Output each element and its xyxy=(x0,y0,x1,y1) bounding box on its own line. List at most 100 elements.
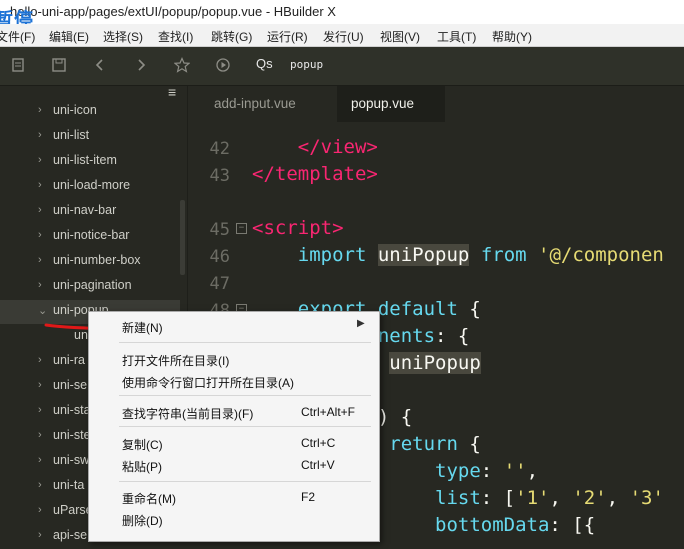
context-menu-item[interactable]: 新建(N) ▶ xyxy=(89,315,379,337)
chevron-right-icon[interactable]: › xyxy=(38,229,42,241)
context-menu-item[interactable]: 打开文件所在目录(I) xyxy=(89,348,379,370)
code-line[interactable]: 42 </view> xyxy=(188,136,684,163)
menu-publish[interactable]: 发行(U) xyxy=(323,28,364,45)
chevron-right-icon[interactable]: › xyxy=(38,129,42,141)
sidebar-scrollbar[interactable] xyxy=(180,200,185,275)
menu-item-label: 打开文件所在目录(I) xyxy=(122,354,230,368)
menu-item-shortcut: Ctrl+C xyxy=(301,436,336,450)
sidebar-item-label: uni-list xyxy=(53,128,90,142)
code-line[interactable]: 43 </template> xyxy=(188,163,684,190)
code-token: : xyxy=(480,460,504,482)
code-token: </template> xyxy=(252,163,378,185)
context-menu-item[interactable]: 复制(C) Ctrl+C xyxy=(89,432,379,454)
sidebar-item-label: uParse xyxy=(53,503,93,517)
code-text: <script> xyxy=(252,217,344,239)
chevron-right-icon[interactable]: › xyxy=(38,504,42,516)
sidebar-item[interactable]: › uni-load-more xyxy=(0,175,180,199)
chevron-right-icon[interactable]: › xyxy=(38,479,42,491)
hamburger-menu-icon[interactable]: ≡ xyxy=(168,84,176,100)
code-token: uniPopup xyxy=(389,352,481,374)
code-token: '' xyxy=(503,460,527,482)
sidebar-item[interactable]: › uni-pagination xyxy=(0,275,180,299)
code-line[interactable]: 46 import uniPopup from '@/componen xyxy=(188,244,684,271)
sidebar-item-label: uni-ta xyxy=(53,478,85,492)
sidebar-item-label: uni-nav-bar xyxy=(53,203,117,217)
back-icon[interactable] xyxy=(91,57,109,75)
menu-find[interactable]: 查找(I) xyxy=(158,28,193,45)
sidebar-item-label: uni-se xyxy=(53,378,88,392)
sidebar-item-label: uni-number-box xyxy=(53,253,141,267)
context-menu-item[interactable]: 查找字符串(当前目录)(F) Ctrl+Alt+F xyxy=(89,401,379,423)
tab-add-input[interactable]: add-input.vue xyxy=(200,86,310,122)
chevron-right-icon[interactable]: › xyxy=(38,254,42,266)
sidebar-item-label: uni-sw xyxy=(53,453,90,467)
tab-popup[interactable]: popup.vue xyxy=(337,86,445,122)
chevron-right-icon[interactable]: › xyxy=(38,279,42,291)
code-text: </template> xyxy=(252,163,378,185)
sidebar-item[interactable]: › uni-list xyxy=(0,125,180,149)
sidebar-item[interactable]: › uni-list-item xyxy=(0,150,180,174)
forward-icon[interactable] xyxy=(132,57,150,75)
menu-select[interactable]: 选择(S) xyxy=(103,28,143,45)
chevron-right-icon[interactable]: › xyxy=(38,204,42,216)
menu-edit[interactable]: 编辑(E) xyxy=(49,28,89,45)
code-token: uniPopup xyxy=(377,244,470,266)
menu-run[interactable]: 运行(R) xyxy=(267,28,308,45)
sidebar-item[interactable]: › uni-icon xyxy=(0,100,180,124)
menu-tools[interactable]: 工具(T) xyxy=(437,28,476,45)
code-token: : [ xyxy=(480,487,516,509)
code-line[interactable]: 47 xyxy=(188,271,684,298)
chevron-right-icon[interactable]: › xyxy=(38,179,42,191)
sidebar-item[interactable]: › uni-number-box xyxy=(0,250,180,274)
chevron-right-icon[interactable]: › xyxy=(38,454,42,466)
sidebar-item[interactable]: › uni-nav-bar xyxy=(0,200,180,224)
sidebar-item-label: uni-sta xyxy=(53,403,91,417)
context-menu-item[interactable]: 重命名(M) F2 xyxy=(89,486,379,508)
menu-view[interactable]: 视图(V) xyxy=(380,28,420,45)
search-box[interactable]: Qs xyxy=(256,55,684,77)
menu-separator xyxy=(119,395,371,396)
search-input[interactable] xyxy=(290,58,590,71)
chevron-right-icon[interactable]: › xyxy=(38,529,42,541)
sidebar-item[interactable]: › uni-notice-bar xyxy=(0,225,180,249)
menu-separator xyxy=(119,342,371,343)
new-file-icon[interactable] xyxy=(9,57,27,75)
code-token: '3' xyxy=(629,487,664,509)
code-token: return xyxy=(389,433,458,455)
chevron-right-icon[interactable]: › xyxy=(38,104,42,116)
star-icon[interactable] xyxy=(173,57,191,75)
sidebar-item-label: uni-list-item xyxy=(53,153,117,167)
search-icon: Qs xyxy=(256,56,273,71)
context-menu: 新建(N) ▶ 打开文件所在目录(I) 使用命令行窗口打开所在目录(A) 查找字符串(当… xyxy=(88,311,380,542)
chevron-right-icon[interactable]: › xyxy=(38,354,42,366)
menu-bar: 文件(F) 编辑(E) 选择(S) 查找(I) 跳转(G) 运行(R) 发行(U… xyxy=(0,24,684,47)
context-menu-item[interactable]: 删除(D) xyxy=(89,508,379,530)
code-token: , xyxy=(606,487,630,509)
run-icon[interactable] xyxy=(214,57,232,75)
context-menu-item[interactable]: 粘贴(P) Ctrl+V xyxy=(89,454,379,476)
code-token: : [{ xyxy=(549,514,596,536)
menu-goto[interactable]: 跳转(G) xyxy=(211,28,252,45)
title-bar: hello-uni-app/pages/extUI/popup/popup.vu… xyxy=(0,0,684,31)
code-line[interactable] xyxy=(188,190,684,217)
chevron-right-icon[interactable]: › xyxy=(38,379,42,391)
context-menu-item[interactable]: 使用命令行窗口打开所在目录(A) xyxy=(89,370,379,392)
chevron-right-icon[interactable]: › xyxy=(38,404,42,416)
code-line[interactable]: 45− <script> xyxy=(188,217,684,244)
code-token: <script> xyxy=(252,217,344,239)
line-number: 47 xyxy=(209,274,230,294)
menu-help[interactable]: 帮助(Y) xyxy=(492,28,532,45)
code-token: '1' xyxy=(515,487,550,509)
menu-separator xyxy=(119,426,371,427)
toolbar: Qs xyxy=(0,47,684,86)
chevron-right-icon[interactable]: › xyxy=(38,154,42,166)
code-token: { xyxy=(457,433,481,455)
menu-file[interactable]: 文件(F) xyxy=(0,28,35,45)
code-token: list xyxy=(435,487,481,509)
fold-toggle-icon[interactable]: − xyxy=(236,223,247,234)
save-icon[interactable] xyxy=(50,57,68,75)
chevron-right-icon[interactable]: › xyxy=(38,429,42,441)
code-token: bottomData xyxy=(435,514,550,536)
